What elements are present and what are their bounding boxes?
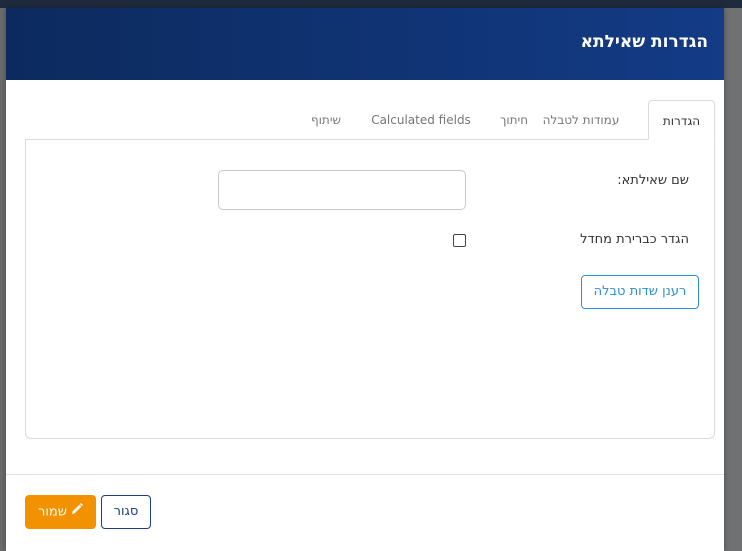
query-name-label: שם שאילתא:: [617, 173, 689, 188]
refresh-table-fields-button[interactable]: רענן שדות טבלה: [581, 275, 699, 309]
default-checkbox[interactable]: [453, 234, 466, 247]
tab-slicing[interactable]: חיתוך: [486, 100, 542, 140]
tab-settings[interactable]: הגדרות: [648, 100, 715, 140]
pencil-icon: [71, 495, 83, 529]
tab-table-columns[interactable]: עמודות לטבלה: [526, 100, 636, 140]
close-button[interactable]: סגור: [101, 495, 151, 529]
query-name-input[interactable]: [218, 170, 466, 210]
save-button[interactable]: שמור: [25, 495, 96, 529]
tab-calculated-fields[interactable]: Calculated fields: [366, 100, 476, 140]
tab-bar: הגדרות עמודות לטבלה חיתוך Calculated fie…: [6, 100, 724, 140]
background-right: [724, 8, 742, 551]
modal-header: הגדרות שאילתא: [6, 8, 724, 80]
tab-sharing[interactable]: שיתוף: [298, 100, 354, 140]
footer-divider: [6, 474, 724, 475]
modal-title: הגדרות שאילתא: [580, 32, 708, 52]
app-top-bar: [0, 0, 742, 8]
query-settings-modal: הגדרות שאילתא הגדרות עמודות לטבלה חיתוך …: [6, 8, 724, 551]
save-button-label: שמור: [38, 504, 67, 520]
default-label: הגדר כברירת מחדל: [580, 232, 689, 247]
